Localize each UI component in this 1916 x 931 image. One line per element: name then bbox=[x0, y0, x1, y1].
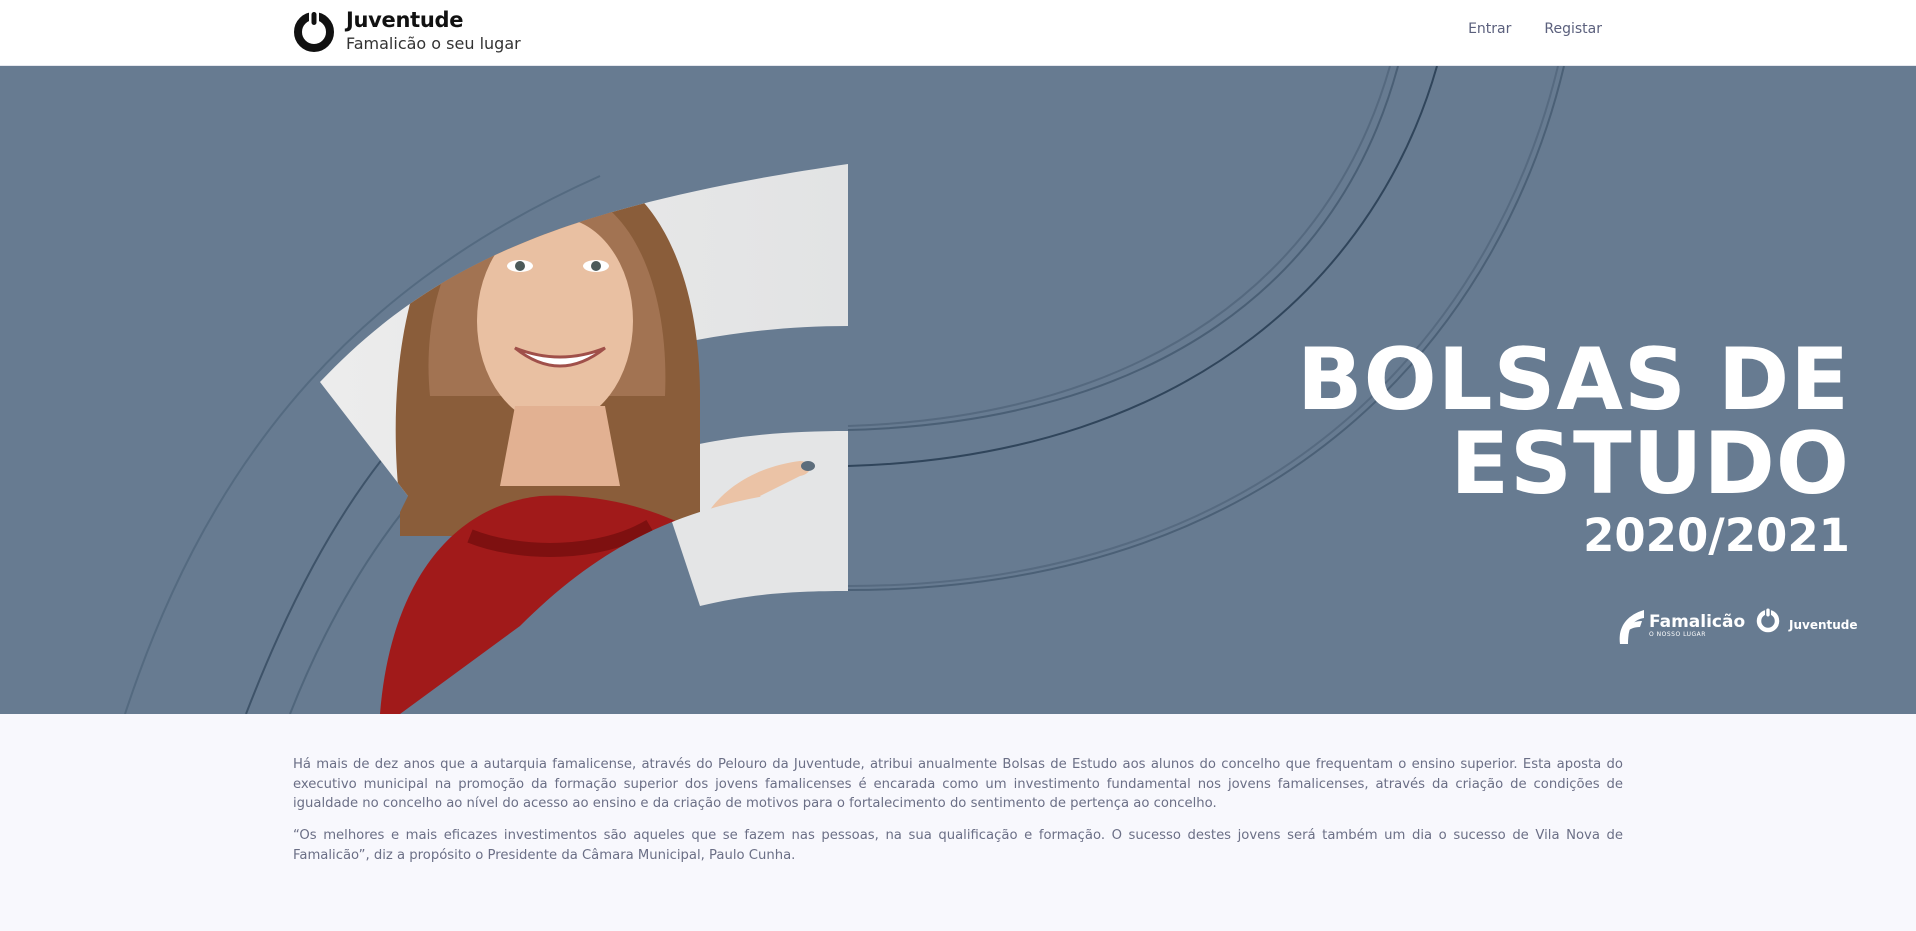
juventude-logo-name: Juventude bbox=[1789, 618, 1858, 632]
logo-title: Juventude bbox=[346, 8, 464, 33]
famalicao-f-logo-icon bbox=[1619, 610, 1644, 644]
header-nav: Entrar Registar bbox=[1468, 21, 1602, 37]
intro-quote-paragraph: “Os melhores e mais eficazes investiment… bbox=[293, 828, 1623, 863]
hero-year: 2020/2021 bbox=[1583, 509, 1850, 562]
hero-title-line2: ESTUDO bbox=[1450, 414, 1850, 514]
hero-title-line1: BOLSAS DE bbox=[1297, 330, 1850, 430]
nav-register-link[interactable]: Registar bbox=[1544, 21, 1602, 37]
top-header: Juventude Famalicão o seu lugar Entrar R… bbox=[0, 0, 1916, 66]
juventude-power-logo-icon bbox=[1756, 607, 1780, 633]
intro-paragraph-1: Há mais de dez anos que a autarquia fama… bbox=[293, 757, 1623, 811]
famalicao-partner-logo: Famalicão O NOSSO LUGAR bbox=[1614, 606, 1745, 644]
hero-title: BOLSAS DE ESTUDO 2020/2021 bbox=[1297, 330, 1850, 562]
nav-login-link[interactable]: Entrar bbox=[1468, 21, 1511, 37]
site-logo[interactable]: Juventude Famalicão o seu lugar bbox=[292, 6, 521, 56]
hero-banner: BOLSAS DE ESTUDO 2020/2021 Famalicão O N… bbox=[0, 66, 1916, 714]
juventude-partner-logo: Juventude bbox=[1755, 606, 1858, 634]
famalicao-logo-tagline: O NOSSO LUGAR bbox=[1649, 630, 1706, 638]
intro-paragraph-2-wrapper: “Os melhores e mais eficazes investiment… bbox=[293, 826, 1623, 865]
famalicao-logo-name: Famalicão bbox=[1649, 611, 1746, 632]
juventude-power-logo-icon bbox=[294, 9, 334, 52]
logo-subtitle: Famalicão o seu lugar bbox=[346, 34, 521, 54]
intro-paragraph-1-wrapper: Há mais de dez anos que a autarquia fama… bbox=[293, 755, 1623, 814]
